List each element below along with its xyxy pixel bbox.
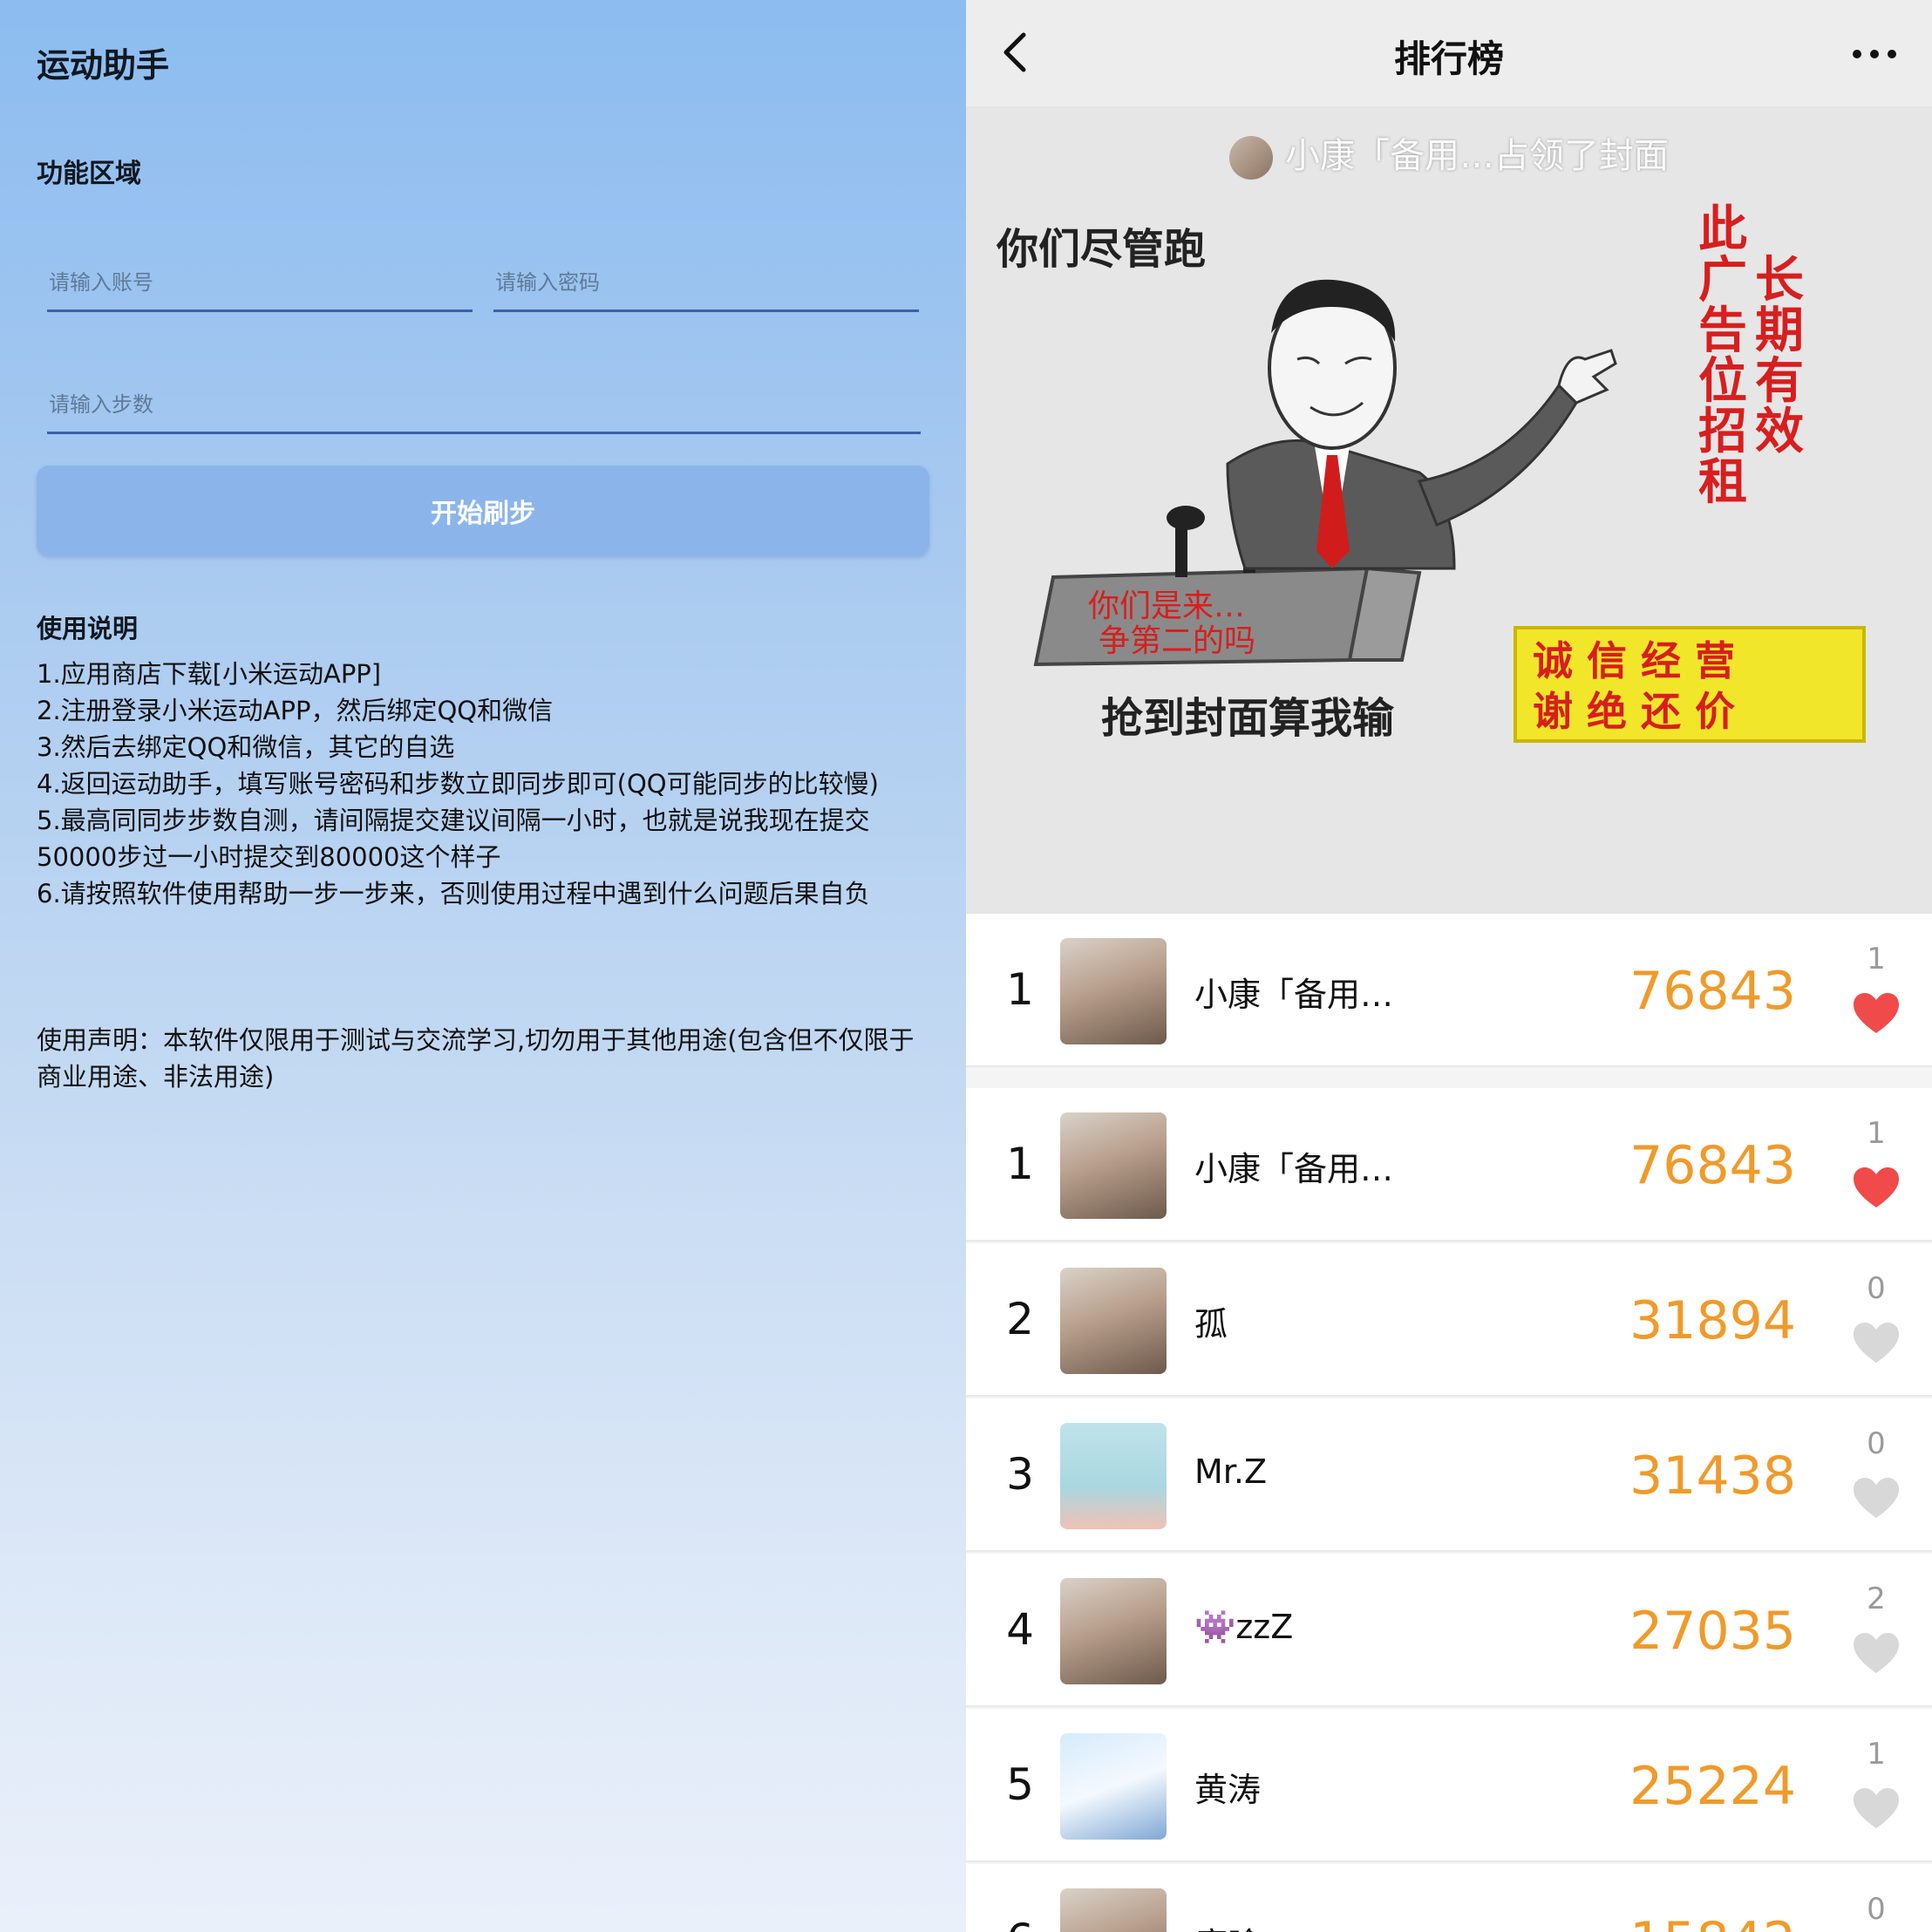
cover-area[interactable]: 小康「备用…占领了封面 你们尽管跑 你们是来… 争第二的吗 抢到封面算我输 此 … <box>966 106 1932 914</box>
heart-icon[interactable] <box>1852 1322 1901 1365</box>
user-avatar[interactable] <box>1060 1423 1167 1529</box>
heart-icon[interactable] <box>1852 1787 1901 1831</box>
step-count: 15842 <box>1629 1911 1796 1932</box>
leaderboard-row[interactable]: 6 鹿晗 15842 0 <box>966 1864 1932 1932</box>
cover-sign-row2: 谢 绝 还 价 <box>1533 688 1735 735</box>
heart-icon[interactable] <box>1852 992 1901 1036</box>
leaderboard-row[interactable]: 5 黄涛 25224 1 <box>966 1709 1932 1862</box>
like-count: 0 <box>1867 1892 1886 1927</box>
step-count: 31894 <box>1629 1290 1796 1351</box>
user-name: 鹿晗 <box>1194 1918 1261 1932</box>
instruction-item: 2.注册登录小米运动APP，然后绑定QQ和微信 <box>37 696 554 725</box>
heart-icon[interactable] <box>1852 1477 1901 1520</box>
step-count: 27035 <box>1629 1601 1796 1662</box>
user-name: 孤 <box>1194 1305 1228 1344</box>
cover-vertical-char: 期 <box>1755 303 1804 359</box>
cover-vertical-char: 广 <box>1698 252 1747 309</box>
heart-icon[interactable] <box>1852 1632 1901 1676</box>
usage-declaration: 使用声明：本软件仅限用于测试与交流学习,切勿用于其他用途(包含但不仅限于商业用途… <box>37 1025 915 1092</box>
leaderboard-row[interactable]: 3 Mr.Z 31438 0 <box>966 1398 1932 1552</box>
like-count: 1 <box>1867 1737 1886 1772</box>
steps-field[interactable] <box>47 378 921 434</box>
user-avatar[interactable] <box>1060 938 1167 1044</box>
cover-vertical-char: 告 <box>1698 303 1747 359</box>
user-name: 👾zzZ <box>1194 1608 1294 1646</box>
user-name: 黄涛 <box>1194 1771 1262 1809</box>
function-area-title: 功能区域 <box>37 159 141 189</box>
instruction-item: 1.应用商店下载[小米运动APP] <box>37 659 382 689</box>
account-field[interactable] <box>47 256 473 312</box>
leaderboard-panel: 排行榜 小康「备用…占领了封面 你们尽管跑 你们是来… 争第二的吗 抢到封面算我… <box>966 0 1932 1932</box>
rank-number: 6 <box>1001 1915 1039 1932</box>
cover-meme-image: 你们尽管跑 你们是来… 争第二的吗 抢到封面算我输 此 广 告 位 招 租 长 … <box>996 201 1866 743</box>
account-input[interactable] <box>47 256 473 309</box>
password-input[interactable] <box>493 256 919 309</box>
user-avatar[interactable] <box>1060 1268 1167 1374</box>
leaderboard-row[interactable]: 4 👾zzZ 27035 2 <box>966 1554 1932 1707</box>
rank-number: 5 <box>1006 1759 1034 1810</box>
nav-bar: 排行榜 <box>966 0 1932 106</box>
sport-assistant-panel: 运动助手 功能区域 开始刷步 使用说明 1.应用商店下载[小米运动APP] 2.… <box>0 0 966 1932</box>
step-count: 31438 <box>1629 1446 1796 1507</box>
cover-text-left: 你们尽管跑 <box>996 225 1206 274</box>
app-title: 运动助手 <box>37 46 170 85</box>
instruction-item: 4.返回运动助手，填写账号密码和步数立即同步即可(QQ可能同步的比较慢) <box>37 769 879 799</box>
steps-input[interactable] <box>47 378 921 431</box>
cover-vertical-char: 有 <box>1755 353 1804 410</box>
leaderboard-row[interactable]: 1 小康「备用… 76843 1 <box>966 1088 1932 1242</box>
cover-vertical-char: 效 <box>1755 404 1804 460</box>
leaderboard-row[interactable]: 1 小康「备用… 76843 1 <box>966 914 1932 1067</box>
cover-sign-row1: 诚 信 经 营 <box>1533 637 1735 684</box>
leaderboard-row[interactable]: 2 孤 31894 0 <box>966 1243 1932 1397</box>
user-avatar[interactable] <box>1060 1578 1167 1684</box>
user-name: Mr.Z <box>1194 1452 1268 1491</box>
cover-vertical-char: 长 <box>1755 252 1804 309</box>
user-avatar[interactable] <box>1060 1888 1167 1932</box>
instruction-item: 3.然后去绑定QQ和微信，其它的自选 <box>37 732 455 762</box>
like-count: 1 <box>1867 942 1886 976</box>
rank-number: 1 <box>1006 1139 1034 1189</box>
step-count: 25224 <box>1629 1756 1796 1817</box>
like-count: 2 <box>1867 1582 1886 1616</box>
step-count: 76843 <box>1629 961 1796 1022</box>
cover-vertical-char: 租 <box>1698 454 1747 511</box>
instructions-title: 使用说明 <box>37 614 139 643</box>
user-avatar[interactable] <box>1060 1733 1167 1840</box>
user-name: 小康「备用… <box>1194 976 1394 1014</box>
like-count: 0 <box>1867 1271 1886 1306</box>
rank-number: 2 <box>1006 1294 1034 1344</box>
like-count: 1 <box>1867 1116 1886 1151</box>
user-avatar[interactable] <box>1060 1112 1167 1219</box>
password-field[interactable] <box>493 256 919 312</box>
cover-text-bottom: 抢到封面算我输 <box>1101 694 1395 743</box>
start-brush-button[interactable]: 开始刷步 <box>37 466 929 556</box>
step-count: 76843 <box>1629 1135 1796 1196</box>
instructions-list: 1.应用商店下载[小米运动APP] 2.注册登录小米运动APP，然后绑定QQ和微… <box>37 656 935 912</box>
page-title: 排行榜 <box>1393 37 1504 80</box>
like-count: 0 <box>1867 1426 1886 1461</box>
instruction-item: 6.请按照软件使用帮助一步一步来，否则使用过程中遇到什么问题后果自负 <box>37 879 870 908</box>
rank-number: 1 <box>1006 964 1034 1015</box>
cover-vertical-char: 位 <box>1698 353 1747 410</box>
rank-number: 3 <box>1006 1449 1034 1500</box>
cover-banner-text: 小康「备用…占领了封面 <box>1285 136 1669 176</box>
cover-vertical-char: 此 <box>1698 201 1747 258</box>
cover-owner-avatar <box>1229 136 1273 180</box>
rank-number: 4 <box>1006 1604 1034 1655</box>
user-name: 小康「备用… <box>1194 1150 1394 1188</box>
instruction-item: 5.最高同同步步数自测，请间隔提交建议间隔一小时，也就是说我现在提交50000步… <box>37 806 870 872</box>
more-dots-icon[interactable] <box>1848 30 1901 73</box>
cover-text-podium-2: 争第二的吗 <box>1099 623 1255 659</box>
cover-owner-banner: 小康「备用…占领了封面 <box>966 127 1932 180</box>
cover-vertical-char: 招 <box>1698 404 1747 460</box>
heart-icon[interactable] <box>1852 1167 1901 1210</box>
cover-text-podium-1: 你们是来… <box>1088 588 1245 624</box>
